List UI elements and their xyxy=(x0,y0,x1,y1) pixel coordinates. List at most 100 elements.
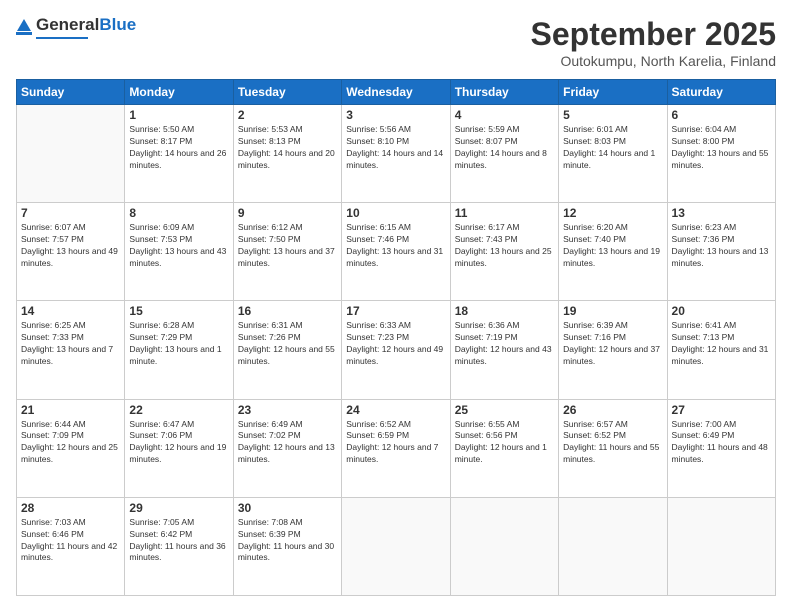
day-number: 18 xyxy=(455,304,554,318)
calendar-cell: 25 Sunrise: 6:55 AM Sunset: 6:56 PM Dayl… xyxy=(450,399,558,497)
day-info: Sunrise: 6:01 AM Sunset: 8:03 PM Dayligh… xyxy=(563,124,662,172)
day-info: Sunrise: 6:20 AM Sunset: 7:40 PM Dayligh… xyxy=(563,222,662,270)
day-info: Sunrise: 6:36 AM Sunset: 7:19 PM Dayligh… xyxy=(455,320,554,368)
calendar-week-2: 14 Sunrise: 6:25 AM Sunset: 7:33 PM Dayl… xyxy=(17,301,776,399)
title-section: September 2025 Outokumpu, North Karelia,… xyxy=(531,16,776,69)
day-info: Sunrise: 7:00 AM Sunset: 6:49 PM Dayligh… xyxy=(672,419,771,467)
logo-bar xyxy=(16,32,32,35)
daylight: Daylight: 13 hours and 1 minute. xyxy=(129,344,228,368)
day-info: Sunrise: 6:07 AM Sunset: 7:57 PM Dayligh… xyxy=(21,222,120,270)
sunrise: Sunrise: 6:12 AM xyxy=(238,222,337,234)
sunset: Sunset: 7:50 PM xyxy=(238,234,337,246)
day-number: 10 xyxy=(346,206,445,220)
col-wednesday: Wednesday xyxy=(342,80,450,105)
calendar-cell: 11 Sunrise: 6:17 AM Sunset: 7:43 PM Dayl… xyxy=(450,203,558,301)
calendar-cell: 12 Sunrise: 6:20 AM Sunset: 7:40 PM Dayl… xyxy=(559,203,667,301)
day-info: Sunrise: 6:57 AM Sunset: 6:52 PM Dayligh… xyxy=(563,419,662,467)
sunset: Sunset: 8:03 PM xyxy=(563,136,662,148)
calendar-header-row: Sunday Monday Tuesday Wednesday Thursday… xyxy=(17,80,776,105)
day-info: Sunrise: 6:28 AM Sunset: 7:29 PM Dayligh… xyxy=(129,320,228,368)
calendar-cell: 5 Sunrise: 6:01 AM Sunset: 8:03 PM Dayli… xyxy=(559,105,667,203)
daylight: Daylight: 13 hours and 55 minutes. xyxy=(672,148,771,172)
logo-text: GeneralBlue xyxy=(36,16,136,39)
col-friday: Friday xyxy=(559,80,667,105)
calendar-cell: 13 Sunrise: 6:23 AM Sunset: 7:36 PM Dayl… xyxy=(667,203,775,301)
calendar-cell: 23 Sunrise: 6:49 AM Sunset: 7:02 PM Dayl… xyxy=(233,399,341,497)
sunset: Sunset: 8:00 PM xyxy=(672,136,771,148)
daylight: Daylight: 14 hours and 20 minutes. xyxy=(238,148,337,172)
sunset: Sunset: 7:26 PM xyxy=(238,332,337,344)
col-thursday: Thursday xyxy=(450,80,558,105)
day-number: 23 xyxy=(238,403,337,417)
logo-icon xyxy=(16,19,32,35)
day-number: 3 xyxy=(346,108,445,122)
sunrise: Sunrise: 6:41 AM xyxy=(672,320,771,332)
daylight: Daylight: 12 hours and 7 minutes. xyxy=(346,442,445,466)
logo-arrow xyxy=(17,19,31,31)
day-number: 9 xyxy=(238,206,337,220)
day-number: 27 xyxy=(672,403,771,417)
sunrise: Sunrise: 6:49 AM xyxy=(238,419,337,431)
sunrise: Sunrise: 7:05 AM xyxy=(129,517,228,529)
day-number: 6 xyxy=(672,108,771,122)
daylight: Daylight: 11 hours and 55 minutes. xyxy=(563,442,662,466)
sunrise: Sunrise: 7:03 AM xyxy=(21,517,120,529)
calendar-cell xyxy=(450,497,558,595)
day-info: Sunrise: 5:50 AM Sunset: 8:17 PM Dayligh… xyxy=(129,124,228,172)
daylight: Daylight: 14 hours and 1 minute. xyxy=(563,148,662,172)
sunrise: Sunrise: 5:56 AM xyxy=(346,124,445,136)
daylight: Daylight: 12 hours and 25 minutes. xyxy=(21,442,120,466)
sunset: Sunset: 8:07 PM xyxy=(455,136,554,148)
sunrise: Sunrise: 6:57 AM xyxy=(563,419,662,431)
calendar-week-4: 28 Sunrise: 7:03 AM Sunset: 6:46 PM Dayl… xyxy=(17,497,776,595)
sunrise: Sunrise: 5:53 AM xyxy=(238,124,337,136)
sunset: Sunset: 7:19 PM xyxy=(455,332,554,344)
sunrise: Sunrise: 6:01 AM xyxy=(563,124,662,136)
day-info: Sunrise: 5:56 AM Sunset: 8:10 PM Dayligh… xyxy=(346,124,445,172)
day-info: Sunrise: 6:12 AM Sunset: 7:50 PM Dayligh… xyxy=(238,222,337,270)
calendar-cell: 14 Sunrise: 6:25 AM Sunset: 7:33 PM Dayl… xyxy=(17,301,125,399)
calendar-cell: 28 Sunrise: 7:03 AM Sunset: 6:46 PM Dayl… xyxy=(17,497,125,595)
sunset: Sunset: 7:57 PM xyxy=(21,234,120,246)
calendar-cell xyxy=(667,497,775,595)
sunset: Sunset: 7:06 PM xyxy=(129,430,228,442)
daylight: Daylight: 13 hours and 13 minutes. xyxy=(672,246,771,270)
day-info: Sunrise: 6:55 AM Sunset: 6:56 PM Dayligh… xyxy=(455,419,554,467)
col-sunday: Sunday xyxy=(17,80,125,105)
day-info: Sunrise: 5:59 AM Sunset: 8:07 PM Dayligh… xyxy=(455,124,554,172)
sunrise: Sunrise: 6:33 AM xyxy=(346,320,445,332)
sunrise: Sunrise: 5:50 AM xyxy=(129,124,228,136)
day-info: Sunrise: 6:04 AM Sunset: 8:00 PM Dayligh… xyxy=(672,124,771,172)
calendar-cell: 16 Sunrise: 6:31 AM Sunset: 7:26 PM Dayl… xyxy=(233,301,341,399)
sunset: Sunset: 8:17 PM xyxy=(129,136,228,148)
day-info: Sunrise: 7:08 AM Sunset: 6:39 PM Dayligh… xyxy=(238,517,337,565)
sunset: Sunset: 7:33 PM xyxy=(21,332,120,344)
sunset: Sunset: 7:23 PM xyxy=(346,332,445,344)
daylight: Daylight: 13 hours and 37 minutes. xyxy=(238,246,337,270)
sunset: Sunset: 7:46 PM xyxy=(346,234,445,246)
daylight: Daylight: 14 hours and 14 minutes. xyxy=(346,148,445,172)
day-info: Sunrise: 6:49 AM Sunset: 7:02 PM Dayligh… xyxy=(238,419,337,467)
location: Outokumpu, North Karelia, Finland xyxy=(531,53,776,69)
calendar-cell: 24 Sunrise: 6:52 AM Sunset: 6:59 PM Dayl… xyxy=(342,399,450,497)
sunrise: Sunrise: 6:09 AM xyxy=(129,222,228,234)
calendar-cell: 4 Sunrise: 5:59 AM Sunset: 8:07 PM Dayli… xyxy=(450,105,558,203)
calendar-table: Sunday Monday Tuesday Wednesday Thursday… xyxy=(16,79,776,596)
day-number: 22 xyxy=(129,403,228,417)
day-number: 20 xyxy=(672,304,771,318)
day-info: Sunrise: 6:41 AM Sunset: 7:13 PM Dayligh… xyxy=(672,320,771,368)
day-number: 28 xyxy=(21,501,120,515)
day-info: Sunrise: 6:09 AM Sunset: 7:53 PM Dayligh… xyxy=(129,222,228,270)
calendar-week-1: 7 Sunrise: 6:07 AM Sunset: 7:57 PM Dayli… xyxy=(17,203,776,301)
calendar-week-3: 21 Sunrise: 6:44 AM Sunset: 7:09 PM Dayl… xyxy=(17,399,776,497)
day-info: Sunrise: 6:39 AM Sunset: 7:16 PM Dayligh… xyxy=(563,320,662,368)
day-info: Sunrise: 6:25 AM Sunset: 7:33 PM Dayligh… xyxy=(21,320,120,368)
sunset: Sunset: 7:53 PM xyxy=(129,234,228,246)
sunset: Sunset: 7:29 PM xyxy=(129,332,228,344)
col-monday: Monday xyxy=(125,80,233,105)
calendar-cell: 18 Sunrise: 6:36 AM Sunset: 7:19 PM Dayl… xyxy=(450,301,558,399)
daylight: Daylight: 14 hours and 26 minutes. xyxy=(129,148,228,172)
sunrise: Sunrise: 6:15 AM xyxy=(346,222,445,234)
sunset: Sunset: 8:10 PM xyxy=(346,136,445,148)
sunrise: Sunrise: 6:17 AM xyxy=(455,222,554,234)
